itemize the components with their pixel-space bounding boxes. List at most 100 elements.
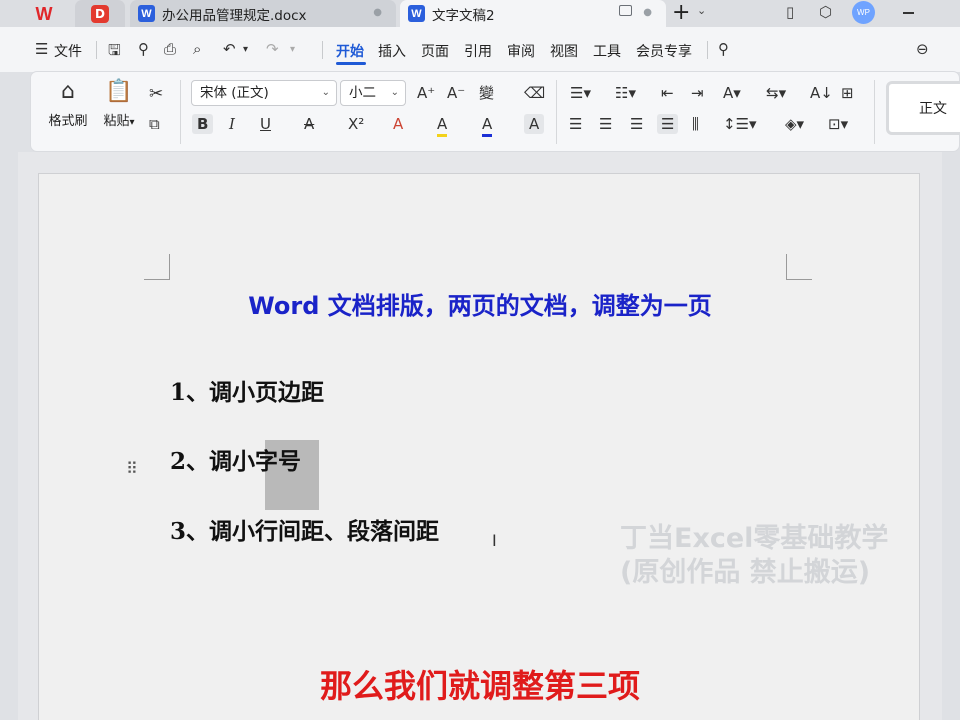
word-doc-icon: W — [138, 5, 155, 22]
chevron-down-icon[interactable]: ▾ — [243, 44, 248, 55]
strikethrough-button[interactable]: A — [304, 114, 314, 134]
word-doc-icon: W — [408, 5, 425, 22]
divider — [556, 80, 557, 144]
paste-label: 粘贴▾ — [103, 114, 135, 129]
divider — [96, 41, 97, 59]
character-shading-button[interactable]: A — [524, 114, 545, 134]
title-bar: W D W 办公用品管理规定.docx ● W 文字文稿2 ● + ⌄ ▯ ⬡ … — [0, 0, 960, 27]
redo-icon[interactable]: ↷ — [266, 40, 279, 58]
italic-button[interactable]: I — [229, 114, 235, 134]
paragraph-drag-handle-icon[interactable]: ⠿ — [126, 461, 138, 477]
print-preview-icon[interactable]: ⌕ — [193, 40, 201, 58]
chevron-down-icon: ⌄ — [321, 87, 330, 98]
underline-button[interactable]: U — [260, 114, 271, 134]
watermark-text: (原创作品 禁止搬运) — [620, 557, 871, 588]
active-tab-indicator — [336, 62, 366, 65]
align-center-icon[interactable]: ☰ — [599, 114, 612, 134]
cut-icon[interactable]: ✂ — [149, 84, 163, 104]
pdf-app-icon: D — [91, 4, 109, 23]
distributed-align-icon[interactable]: ⫼ — [692, 114, 699, 134]
menu-tab-tools[interactable]: 工具 — [593, 41, 621, 61]
paragraph-shading-icon[interactable]: ◈▾ — [785, 114, 804, 134]
share-icon[interactable]: ⚲ — [138, 40, 149, 58]
video-subtitle: 那么我们就调整第三项 — [319, 667, 640, 705]
minimize-button[interactable] — [903, 12, 914, 14]
copy-icon[interactable]: ⧉ — [149, 114, 160, 134]
menu-tab-references[interactable]: 引用 — [464, 41, 492, 61]
new-tab-button[interactable]: + — [672, 1, 690, 25]
line-spacing-icon[interactable]: ↕☰▾ — [723, 114, 757, 134]
list-item: 2、调小字号 — [170, 448, 302, 475]
divider — [180, 80, 181, 144]
tablet-mode-icon[interactable]: ▯ — [786, 3, 794, 21]
font-size-select[interactable]: 小二 ⌄ — [340, 80, 406, 106]
search-icon[interactable]: ⚲ — [718, 40, 729, 58]
file-menu[interactable]: 文件 — [54, 41, 82, 61]
undo-icon[interactable]: ↶ — [223, 40, 236, 58]
justify-icon[interactable]: ☰ — [657, 114, 679, 134]
unsaved-dot-icon[interactable]: ● — [373, 7, 382, 18]
text-direction-icon[interactable]: A▾ — [723, 83, 741, 103]
menu-tab-insert[interactable]: 插入 — [378, 41, 406, 61]
ribbon-toolbar: ⌂ 格式刷 📋 粘贴▾ ✂ ⧉ 宋体 (正文) ⌄ 小二 ⌄ A⁺ A⁻ 變 ⌫… — [30, 71, 960, 152]
document-tab-2[interactable]: W 文字文稿2 ● — [400, 0, 666, 27]
unsaved-dot-icon[interactable]: ● — [643, 7, 652, 18]
divider — [874, 80, 875, 144]
divider — [707, 41, 708, 59]
shrink-font-icon[interactable]: A⁻ — [447, 83, 465, 103]
clipboard-icon: 📋 — [105, 79, 133, 104]
clear-format-icon[interactable]: ⌫ — [524, 83, 545, 103]
document-tab-title: 办公用品管理规定.docx — [162, 7, 307, 24]
menu-tab-home[interactable]: 开始 — [336, 41, 364, 61]
margin-corner-marker — [786, 254, 812, 280]
pinyin-icon[interactable]: 變 — [479, 83, 494, 103]
menu-tab-review[interactable]: 审阅 — [507, 41, 535, 61]
list-item: 3、调小行间距、段落间距 — [170, 518, 440, 545]
bullet-list-icon[interactable]: ☰▾ — [570, 83, 591, 103]
divider — [322, 41, 323, 59]
sort-icon[interactable]: A↓ — [810, 83, 833, 103]
chat-icon[interactable]: ⊖ — [916, 40, 929, 58]
chevron-down-icon[interactable]: ▾ — [290, 44, 295, 55]
align-right-icon[interactable]: ☰ — [630, 114, 643, 134]
margin-corner-marker — [144, 254, 170, 280]
document-tab-title: 文字文稿2 — [432, 7, 495, 24]
text-cursor-icon: I — [492, 531, 497, 550]
paste-button[interactable]: 📋 粘贴▾ — [95, 78, 143, 129]
bold-button[interactable]: B — [192, 114, 214, 134]
avatar[interactable]: WP — [852, 1, 875, 24]
home-tab[interactable]: W — [22, 0, 66, 27]
brush-icon: ⌂ — [61, 79, 75, 104]
decrease-indent-icon[interactable]: ⇤ — [661, 83, 674, 103]
chevron-down-icon[interactable]: ⌄ — [697, 4, 706, 17]
pdf-tab[interactable]: D — [75, 0, 125, 27]
document-heading: Word 文档排版，两页的文档，调整为一页 — [248, 292, 712, 320]
format-painter-button[interactable]: ⌂ 格式刷 — [44, 78, 92, 129]
text-effect-button[interactable]: A — [393, 114, 403, 134]
chevron-down-icon: ⌄ — [390, 87, 399, 98]
print-icon[interactable]: ⎙ — [164, 40, 176, 58]
wps-logo-icon: W — [35, 3, 53, 24]
menu-bar: ☰ 文件 🖫 ⚲ ⎙ ⌕ ↶ ▾ ↷ ▾ 开始 插入 页面 引用 审阅 视图 工… — [0, 27, 960, 72]
align-left-icon[interactable]: ☰ — [569, 114, 582, 134]
monitor-icon[interactable] — [619, 5, 632, 16]
list-item: 1、调小页边距 — [170, 379, 325, 406]
menu-tab-view[interactable]: 视图 — [550, 41, 578, 61]
numbered-list-icon[interactable]: ☷▾ — [615, 83, 636, 103]
menu-hamburger-icon[interactable]: ☰ — [35, 40, 48, 58]
line-break-icon[interactable]: ⇆▾ — [766, 83, 786, 103]
increase-indent-icon[interactable]: ⇥ — [691, 83, 704, 103]
style-normal-preview[interactable]: 正文 — [886, 81, 960, 135]
font-name-select[interactable]: 宋体 (正文) ⌄ — [191, 80, 337, 106]
cube-icon[interactable]: ⬡ — [819, 3, 832, 21]
borders-icon[interactable]: ⊡▾ — [828, 114, 848, 134]
highlight-button[interactable]: A — [437, 114, 448, 137]
font-color-button[interactable]: A — [482, 114, 493, 137]
document-tab-1[interactable]: W 办公用品管理规定.docx ● — [130, 0, 396, 27]
menu-tab-page[interactable]: 页面 — [421, 41, 449, 61]
superscript-button[interactable]: X² — [348, 114, 364, 134]
menu-tab-member[interactable]: 会员专享 — [636, 41, 692, 61]
save-icon[interactable]: 🖫 — [108, 40, 121, 65]
grow-font-icon[interactable]: A⁺ — [417, 83, 435, 103]
show-marks-icon[interactable]: ⊞ — [841, 83, 854, 103]
